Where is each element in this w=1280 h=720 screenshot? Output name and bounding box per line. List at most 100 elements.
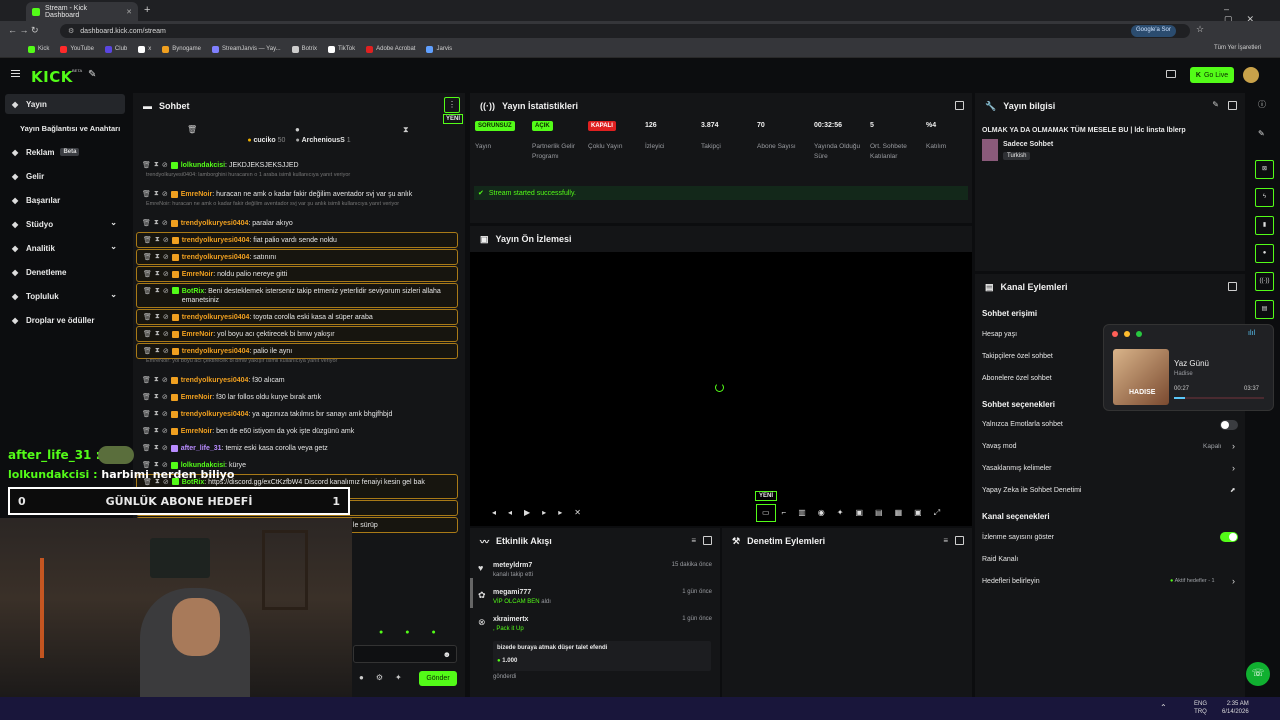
chat-input[interactable]: ☻ (353, 645, 457, 663)
chat-username[interactable]: trendyolkuryesi0404 (182, 254, 250, 261)
ban-icon[interactable]: ⊘ (163, 287, 169, 295)
ban-icon[interactable]: ⊘ (162, 161, 168, 169)
broadcast-rail-icon[interactable]: ((·)) (1255, 272, 1274, 291)
activity-event[interactable]: ♥ meteyldrm7 15 dakika önce kanalı takip et… (478, 561, 714, 585)
chat-username[interactable]: EmreNoir (182, 271, 214, 278)
playback-controls[interactable]: ◂◂▶▸▸✕ (492, 508, 593, 517)
chat-message[interactable]: 🗑 ⧗ ⊘ trendyolkuryesi0404: palio ile aynı (136, 343, 458, 359)
moderation-popout-icon[interactable] (955, 536, 964, 545)
chat-username[interactable]: BotRix (182, 288, 205, 295)
layout-rail-icon[interactable]: ▤ (1255, 300, 1274, 319)
sidebar-item-7[interactable]: ◆ Denetleme (5, 262, 125, 282)
nav-arrows-icon[interactable]: ← → ↻ (8, 25, 39, 36)
slow-mode-chevron-icon[interactable]: › (1232, 441, 1235, 451)
bolt-rail-icon[interactable]: ϟ (1255, 188, 1274, 207)
bookmark-item[interactable]: Bynogame (162, 45, 201, 53)
chat-username[interactable]: EmreNoir (181, 191, 213, 198)
chat-message[interactable]: 🗑 ⧗ ⊘ EmreNoir: ben de e60 istiyom da yok i… (136, 423, 458, 439)
info-rail-icon[interactable]: ⓘ (1258, 99, 1266, 110)
viewer-count-toggle[interactable] (1220, 532, 1238, 542)
chat-message[interactable]: 🗑 ⧗ ⊘ EmreNoir: huracan ne amk o kadar faki… (136, 186, 458, 202)
ban-icon[interactable]: ⊘ (163, 347, 169, 355)
activity-popout-icon[interactable] (703, 536, 712, 545)
ban-icon[interactable]: ⊘ (163, 330, 169, 338)
delete-msg-icon[interactable]: 🗑 (143, 270, 152, 278)
delete-msg-icon[interactable]: 🗑 (143, 287, 152, 295)
ban-icon[interactable]: ⊘ (162, 190, 168, 198)
top-chatter-1[interactable]: ● cuciko 50 (247, 137, 285, 149)
account-age-setting[interactable]: Hesap yaşı (982, 331, 1017, 338)
bookmark-item[interactable]: Botrix (291, 45, 317, 53)
chat-username[interactable]: trendyolkuryesi0404 (182, 348, 250, 355)
chat-username[interactable]: EmreNoir (181, 394, 213, 401)
event-user[interactable]: xkraimertx (493, 616, 528, 623)
delete-msg-icon[interactable]: 🗑 (142, 427, 151, 435)
minimize-dot-icon[interactable] (1124, 331, 1130, 337)
preview-tool-icons[interactable]: ▭⌐▥◉✦▣▤▦▣⤢ (762, 508, 952, 518)
sidebar-item-5[interactable]: ◆ Stüdyo ⌄ (5, 214, 125, 234)
info-popout-icon[interactable] (1228, 101, 1237, 110)
timeout-icon[interactable]: ⧗ (155, 253, 160, 261)
ban-icon[interactable]: ⊘ (162, 219, 168, 227)
tray-arrow-icon[interactable]: ⌃ (1160, 703, 1167, 712)
ban-icon[interactable]: ⊘ (162, 393, 168, 401)
emoji-icon[interactable]: ☻ (443, 650, 451, 659)
delete-msg-icon[interactable]: 🗑 (143, 313, 152, 321)
trash-icon[interactable]: 🗑 (187, 125, 197, 134)
chat-message[interactable]: 🗑 ⧗ ⊘ EmreNoir: noldu palio nereye gitti (136, 266, 458, 282)
chat-username[interactable]: trendyolkuryesi0404 (182, 314, 250, 321)
menu-icon[interactable] (11, 70, 20, 77)
timeout-icon[interactable]: ⧗ (154, 190, 159, 198)
delete-msg-icon[interactable]: 🗑 (142, 393, 151, 401)
delete-msg-icon[interactable]: 🗑 (142, 444, 151, 452)
sidebar-item-0[interactable]: ◆ Yayın (5, 94, 125, 114)
timeout-icon[interactable]: ⧗ (155, 236, 160, 244)
delete-msg-icon[interactable]: 🗑 (143, 347, 152, 355)
delete-msg-icon[interactable]: 🗑 (142, 410, 151, 418)
timeout-icon[interactable]: ⧗ (154, 376, 159, 384)
edit-rail-icon[interactable]: ✎ (1258, 129, 1265, 138)
site-info-icon[interactable]: ⚙ (68, 27, 74, 35)
chat-bubble-icon[interactable]: ● (295, 125, 300, 134)
activity-event[interactable]: ⊗ xkraimertx 1 gün önce , Pack it Up bizede … (478, 615, 714, 680)
followers-only-setting[interactable]: Takipçilere özel sohbet (982, 353, 1053, 360)
chat-username[interactable]: trendyolkuryesi0404 (181, 411, 249, 418)
bookmark-item[interactable]: Kick (28, 45, 49, 53)
banned-words-chevron-icon[interactable]: › (1232, 463, 1235, 473)
activity-event[interactable]: ✿ megami777 1 gün önce VİP OLCAM BEN aldı (478, 588, 714, 612)
ai-moderation-setting[interactable]: Yapay Zeka ile Sohbet Denetimi (982, 487, 1081, 494)
chat-username[interactable]: after_life_31 (181, 445, 222, 452)
timeout-icon[interactable]: ⧗ (154, 410, 159, 418)
subs-only-setting[interactable]: Abonelere özel sohbet (982, 375, 1052, 382)
chat-message[interactable]: 🗑 ⧗ ⊘ BotRix: Beni desteklemek isterseniz t… (136, 283, 458, 308)
chat-message[interactable]: 🗑 ⧗ ⊘ trendyolkuryesi0404: fiat palio vardı… (136, 232, 458, 248)
delete-msg-icon[interactable]: 🗑 (143, 236, 152, 244)
star-icon[interactable]: ☆ (1196, 24, 1204, 35)
sidebar-item-1[interactable]: Yayın Bağlantısı ve Anahtarı (5, 118, 125, 138)
sidebar-item-4[interactable]: ◆ Başarılar (5, 190, 125, 210)
clock[interactable]: 2:35 AM 6/14/2026 (1222, 700, 1249, 716)
chat-rail-icon[interactable]: ● (1255, 244, 1274, 263)
event-user[interactable]: megami777 (493, 589, 531, 596)
timeout-icon[interactable]: ⧗ (155, 270, 160, 278)
bookmark-item[interactable]: Jarvis (426, 45, 452, 53)
bookmark-item[interactable]: Club (104, 45, 127, 53)
timeout-icon[interactable]: ⧗ (155, 313, 160, 321)
all-bookmarks[interactable]: Tüm Yer İşaretleri (1214, 45, 1261, 51)
send-button[interactable]: Gönder (419, 671, 457, 686)
chat-message[interactable]: 🗑 ⧗ ⊘ lolkundakcisi: JEKDJEKSJEKSJJED (136, 157, 458, 173)
timeout-icon[interactable]: ⧗ (154, 444, 159, 452)
edit-icon[interactable]: ✎ (1212, 100, 1219, 109)
hourglass-icon[interactable]: ⧗ (403, 125, 409, 135)
bookmark-item[interactable]: Adobe Acrobat (366, 45, 415, 53)
delete-msg-icon[interactable]: 🗑 (142, 190, 151, 198)
ban-icon[interactable]: ⊘ (163, 253, 169, 261)
ban-icon[interactable]: ⊘ (162, 444, 168, 452)
banned-words-setting[interactable]: Yasaklanmış kelimeler (982, 465, 1052, 472)
timeout-icon[interactable]: ⧗ (155, 287, 160, 295)
ban-icon[interactable]: ⊘ (162, 410, 168, 418)
ban-icon[interactable]: ⊘ (163, 270, 169, 278)
delete-msg-icon[interactable]: 🗑 (143, 253, 152, 261)
filter-icon[interactable]: ≡ (691, 536, 696, 545)
bookmark-item[interactable]: x (138, 45, 151, 53)
